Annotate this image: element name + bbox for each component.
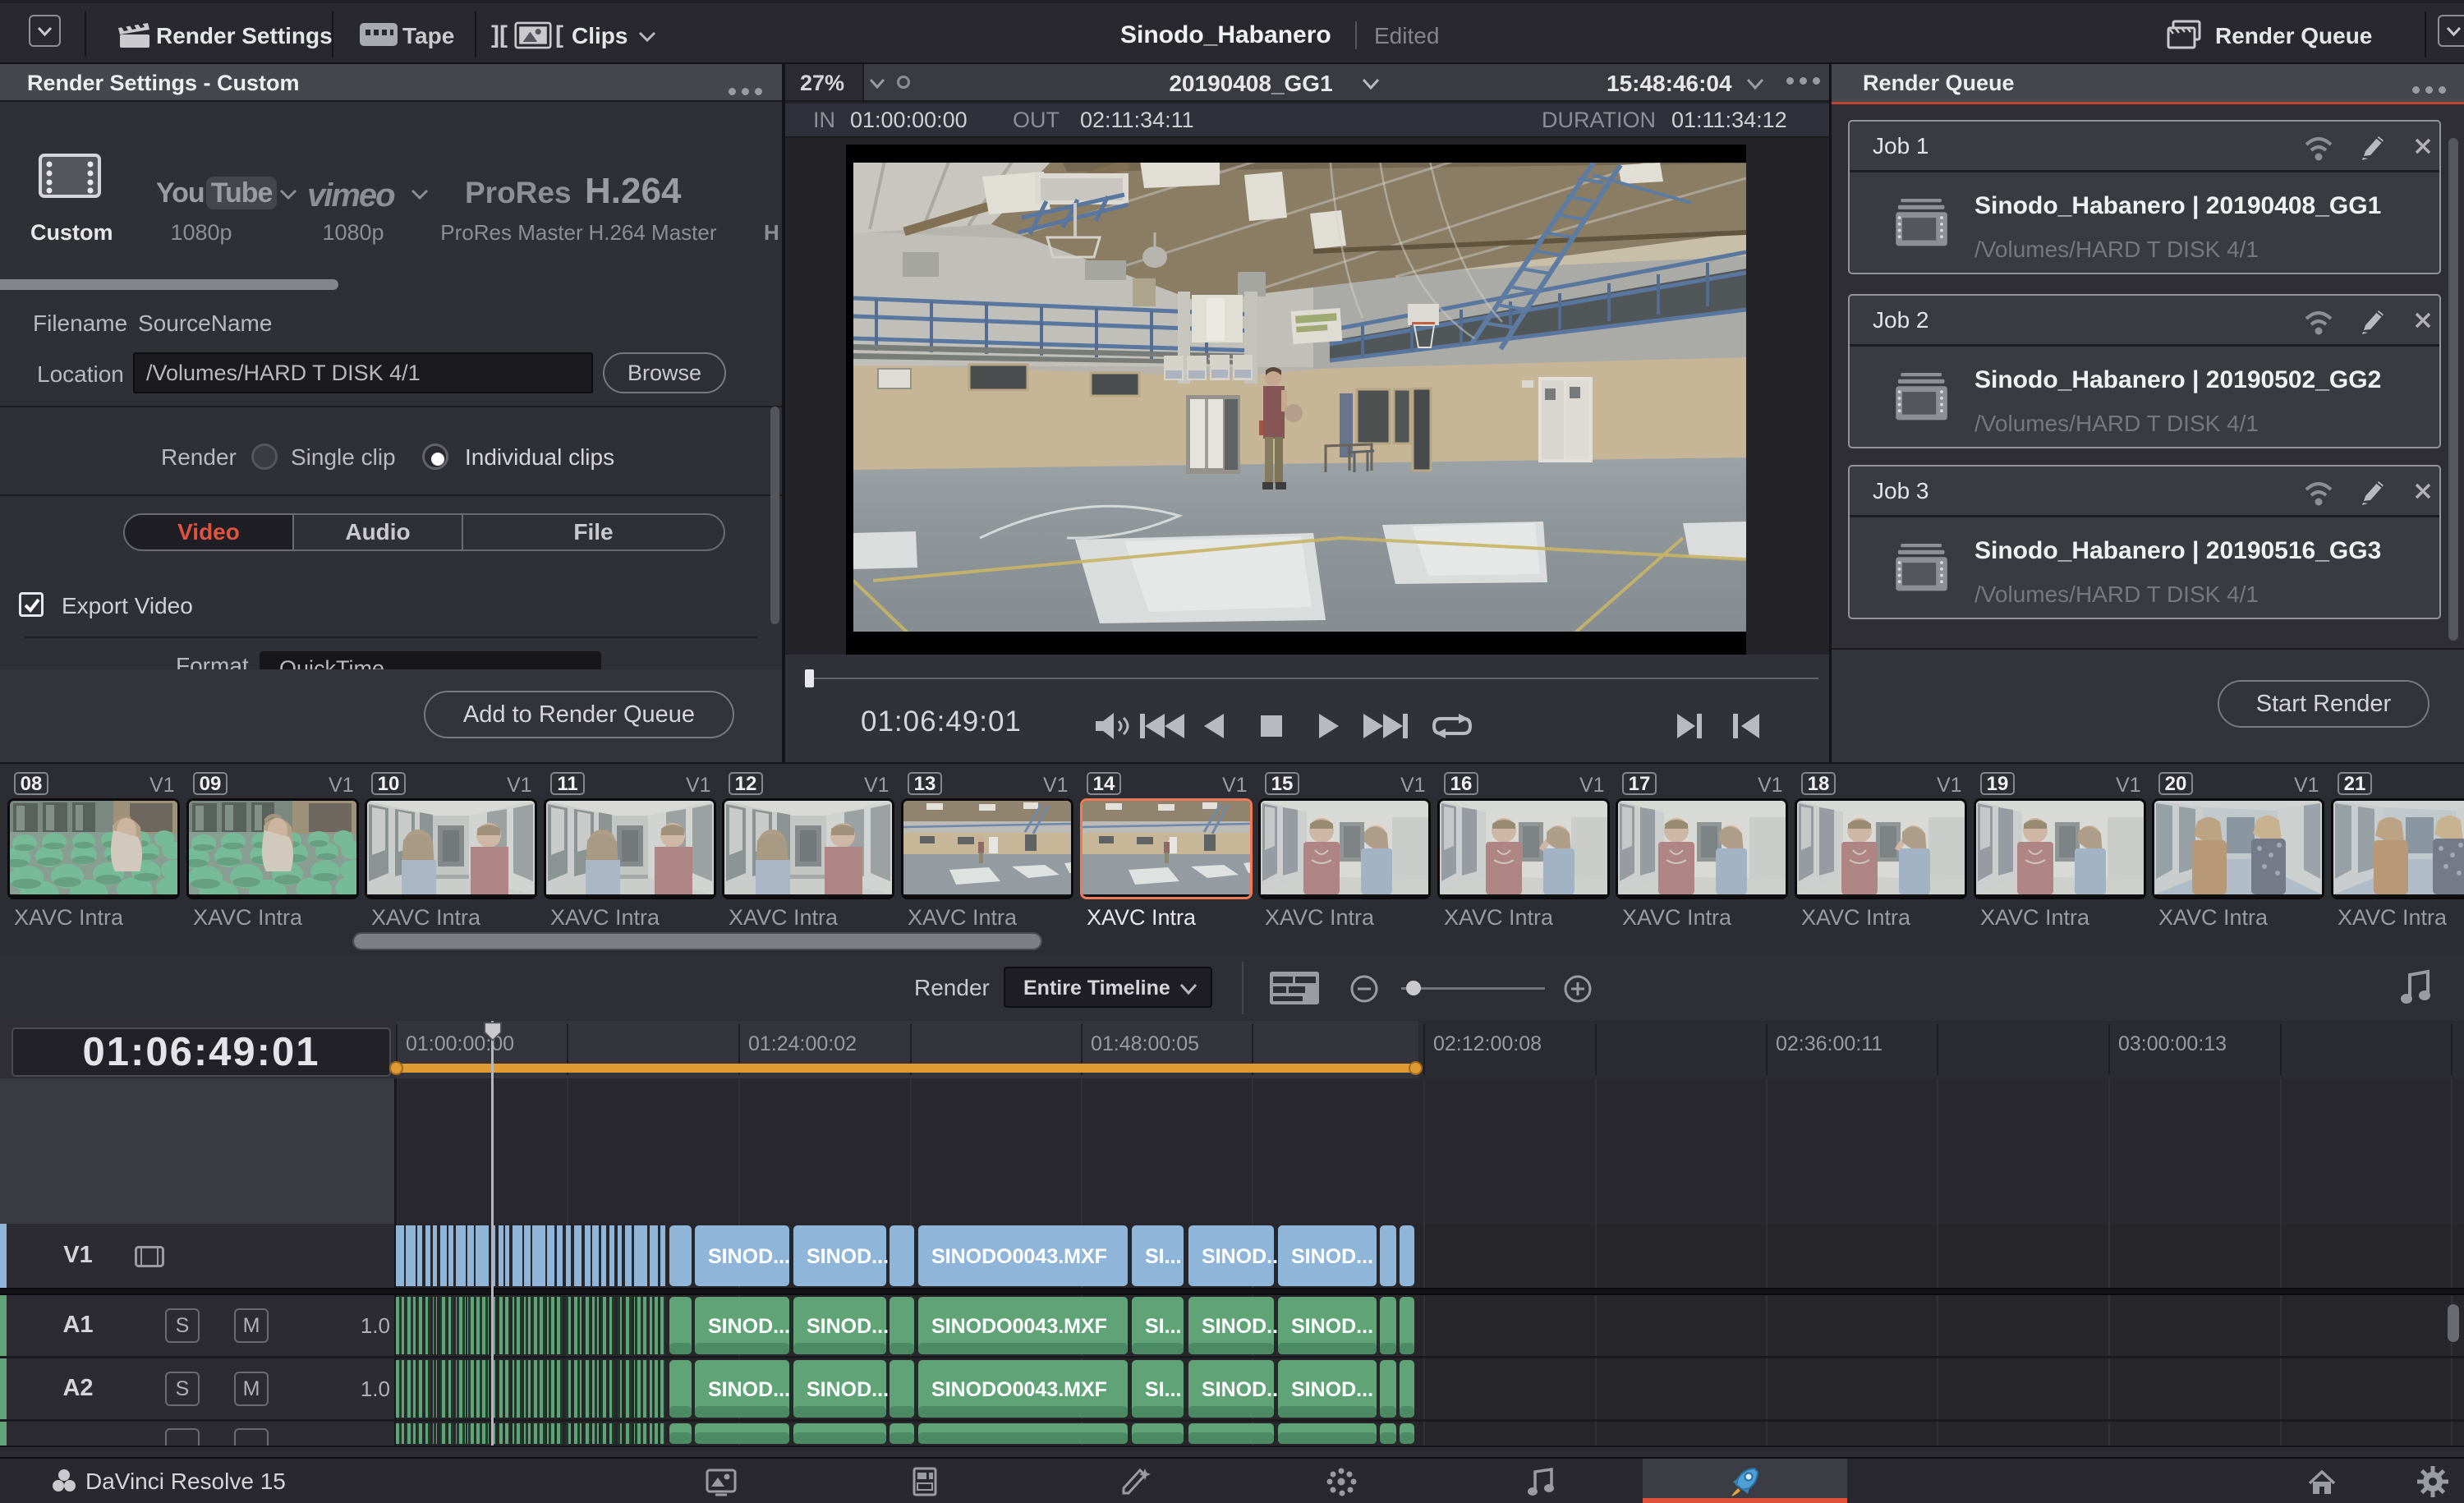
svg-text:SINOD...: SINOD... (1291, 1315, 1373, 1338)
svg-text:SI...: SI... (1145, 1378, 1181, 1401)
svg-text:SINOD...: SINOD... (1202, 1378, 1284, 1401)
svg-text:SINODO0043.MXF: SINODO0043.MXF (931, 1315, 1107, 1338)
svg-text:SINOD...: SINOD... (708, 1245, 790, 1268)
svg-text:SINOD...: SINOD... (1291, 1245, 1373, 1268)
svg-text:SINOD...: SINOD... (708, 1315, 790, 1338)
svg-text:SINOD...: SINOD... (807, 1245, 889, 1268)
svg-text:SINOD...: SINOD... (807, 1315, 889, 1338)
svg-text:SINOD...: SINOD... (807, 1378, 889, 1401)
svg-text:SINOD...: SINOD... (1291, 1378, 1373, 1401)
svg-text:SINOD...: SINOD... (1202, 1245, 1284, 1268)
svg-text:SINOD...: SINOD... (1202, 1315, 1284, 1338)
svg-text:SINODO0043.MXF: SINODO0043.MXF (931, 1378, 1107, 1401)
svg-text:SI...: SI... (1145, 1315, 1181, 1338)
svg-text:SI...: SI... (1145, 1245, 1181, 1268)
svg-text:SINODO0043.MXF: SINODO0043.MXF (931, 1245, 1107, 1268)
svg-text:SINOD...: SINOD... (708, 1378, 790, 1401)
